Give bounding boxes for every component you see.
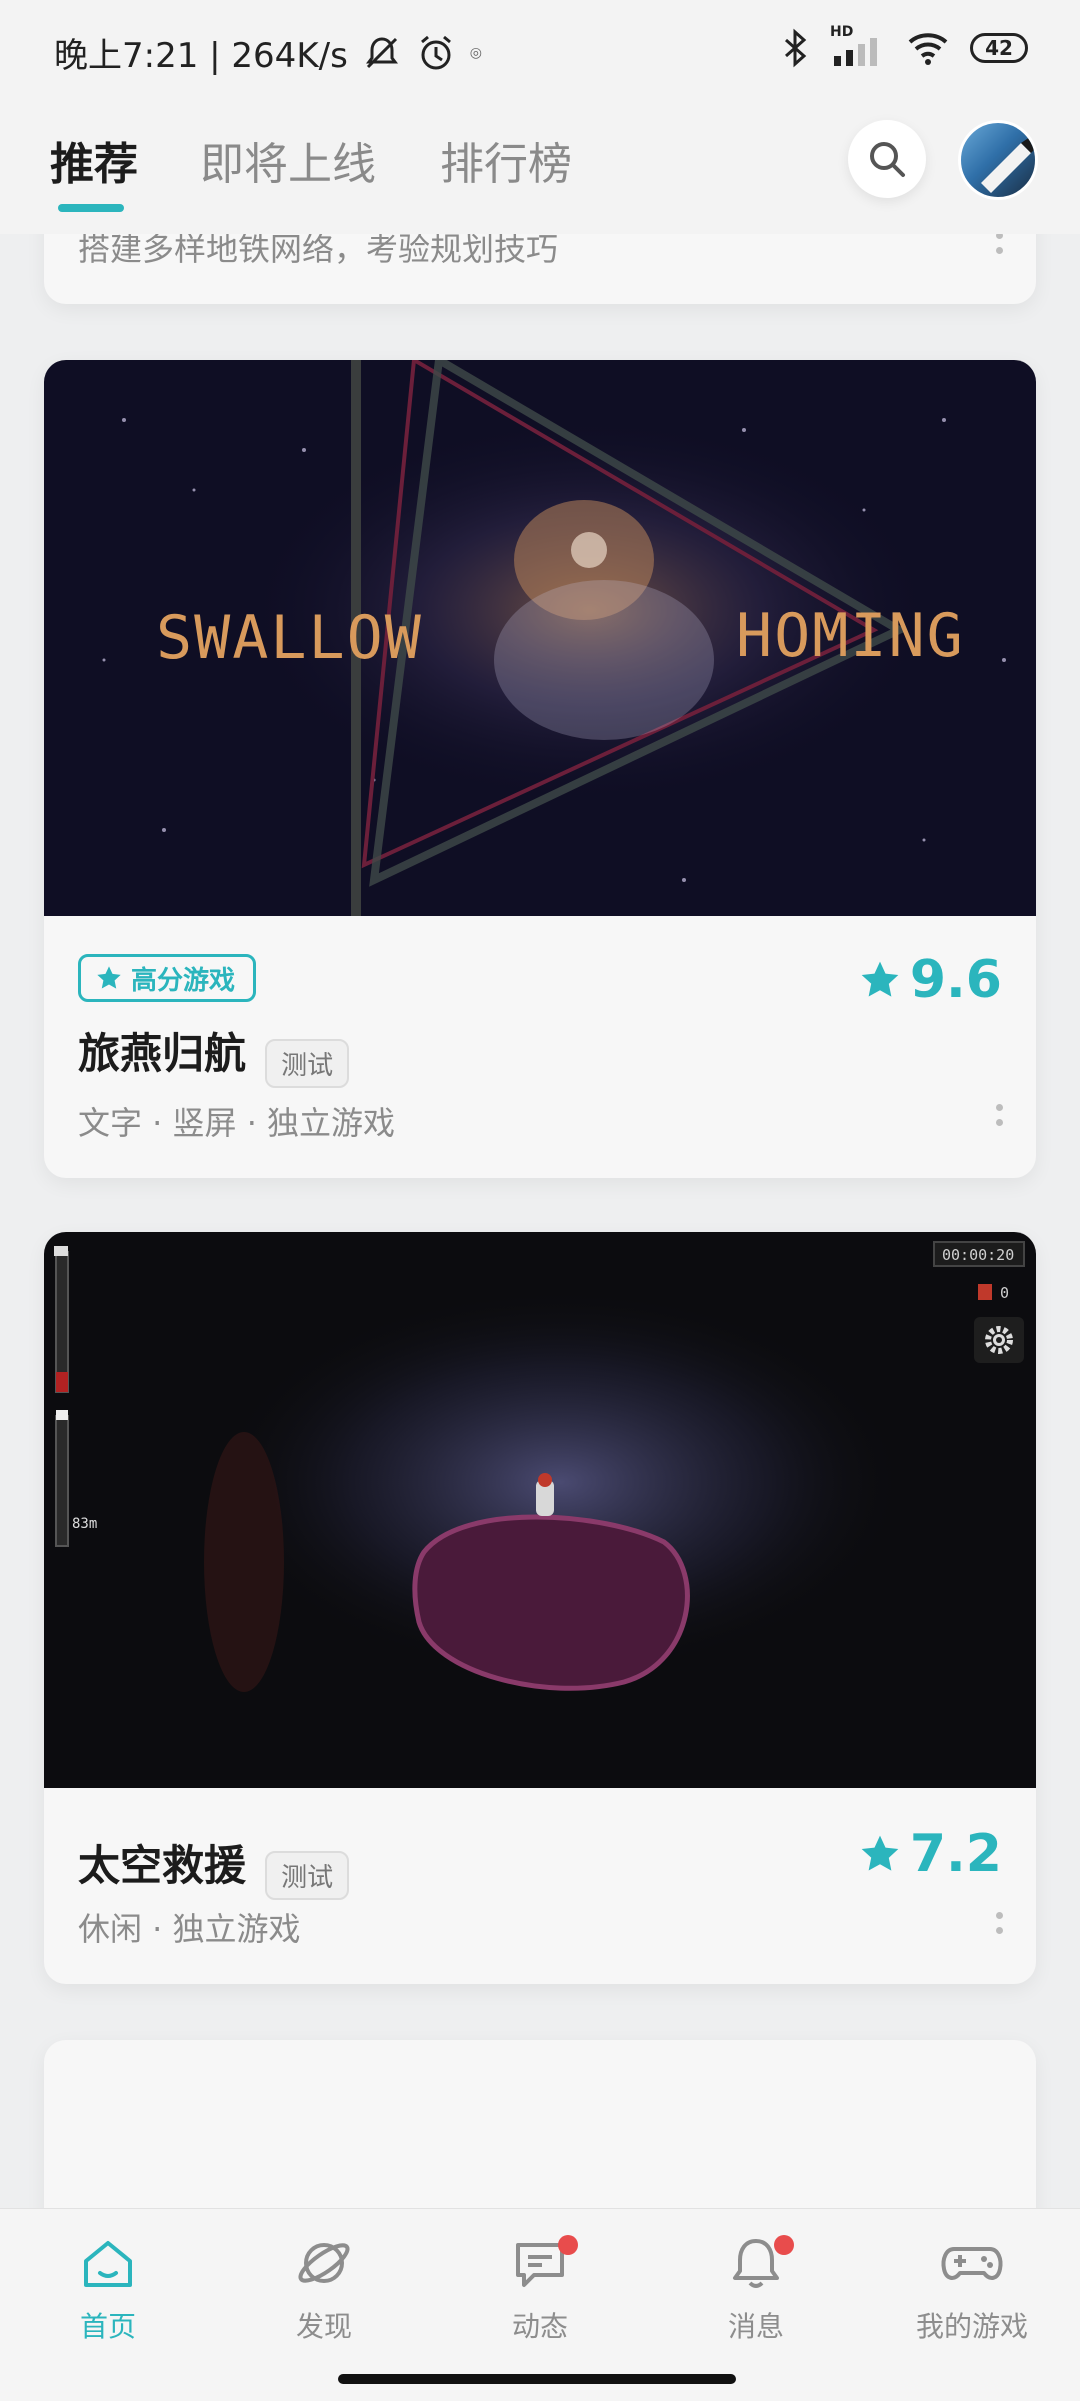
nav-feed-label: 动态 [511,2310,568,2343]
game-tags: 文字 · 竖屏 · 独立游戏 [78,1104,396,1142]
nav-discover[interactable]: 发现 [244,2233,404,2345]
bottom-navigation: 首页 发现 动态 消息 我的游戏 [0,2208,1080,2401]
more-options-icon[interactable] [994,232,1004,254]
banner-text-left: SWALLOW [156,603,423,673]
status-left: 晚上7:21 | 264K/s ◎ [54,28,482,77]
rating-value: 7.2 [909,1824,1002,1884]
test-badge: 测试 [265,1851,350,1900]
tab-indicator [58,204,124,212]
cell-signal-icon: HD [830,24,886,68]
top-header: 推荐 即将上线 排行榜 [0,104,1080,234]
status-bar: 晚上7:21 | 264K/s ◎ HD 42 [0,0,1080,104]
nav-my-games-label: 我的游戏 [915,2310,1028,2343]
more-options-icon[interactable] [994,1912,1004,1934]
game-card[interactable]: SWALLOW HOMING 高分游戏 9.6 旅燕归航 测试 文字 · 竖屏 … [44,360,1036,1178]
notification-dot [558,2235,578,2255]
rating-value: 9.6 [909,950,1002,1010]
more-options-icon[interactable] [994,1104,1004,1126]
avatar[interactable] [958,120,1038,200]
star-badge-icon [97,966,121,989]
gamepad-icon [941,2247,1003,2280]
search-button[interactable] [848,120,926,198]
rating: 9.6 [858,950,1002,1010]
nav-feed[interactable]: 动态 [460,2233,620,2345]
status-time: 晚上7:21 | 264K/s [54,36,348,76]
nav-messages[interactable]: 消息 [676,2233,836,2345]
nav-messages-label: 消息 [727,2310,784,2343]
game-banner[interactable]: 83m 00:00:20 0 [44,1232,1036,1788]
planet-icon [298,2243,350,2283]
nav-my-games[interactable]: 我的游戏 [892,2233,1052,2345]
hud-timer: 00:00:20 [942,1246,1014,1264]
avatar-image [981,135,1035,193]
hud-distance: 83m [72,1516,97,1532]
small-dot-icon: ◎ [469,44,482,61]
status-right: HD 42 [780,24,1028,68]
search-icon [870,142,905,177]
game-banner[interactable]: SWALLOW HOMING [44,360,1036,916]
nav-home[interactable]: 首页 [28,2233,188,2345]
high-score-badge: 高分游戏 [78,954,257,1002]
bluetooth-icon [785,28,807,68]
high-score-label: 高分游戏 [131,965,236,996]
tab-upcoming[interactable]: 即将上线 [200,128,376,192]
notification-dot [774,2235,794,2255]
wifi-icon [908,33,948,65]
test-badge: 测试 [265,1039,350,1088]
nav-home-label: 首页 [79,2310,136,2343]
tab-ranking[interactable]: 排行榜 [440,128,572,192]
home-indicator[interactable] [338,2374,736,2384]
tab-recommend[interactable]: 推荐 [50,128,138,192]
alarm-icon [420,35,451,69]
nav-discover-label: 发现 [295,2310,352,2343]
home-icon [84,2241,132,2287]
star-icon [861,961,899,997]
game-tags: 休闲 · 独立游戏 [78,1910,301,1948]
rating: 7.2 [858,1824,1002,1884]
game-card[interactable]: 83m 00:00:20 0 7.2 太空救援 测试 休闲 · 独立游戏 [44,1232,1036,1984]
game-title[interactable]: 旅燕归航 [78,1029,246,1078]
game-title[interactable]: 太空救援 [78,1841,246,1890]
star-icon [861,1835,899,1871]
hud-count: 0 [1000,1284,1009,1302]
game-title-row: 太空救援 测试 [78,1832,350,1900]
game-title-row: 旅燕归航 测试 [78,1020,350,1088]
mute-bell-icon [365,36,398,68]
banner-text-right: HOMING [736,601,965,671]
battery-icon: 42 [970,33,1028,63]
